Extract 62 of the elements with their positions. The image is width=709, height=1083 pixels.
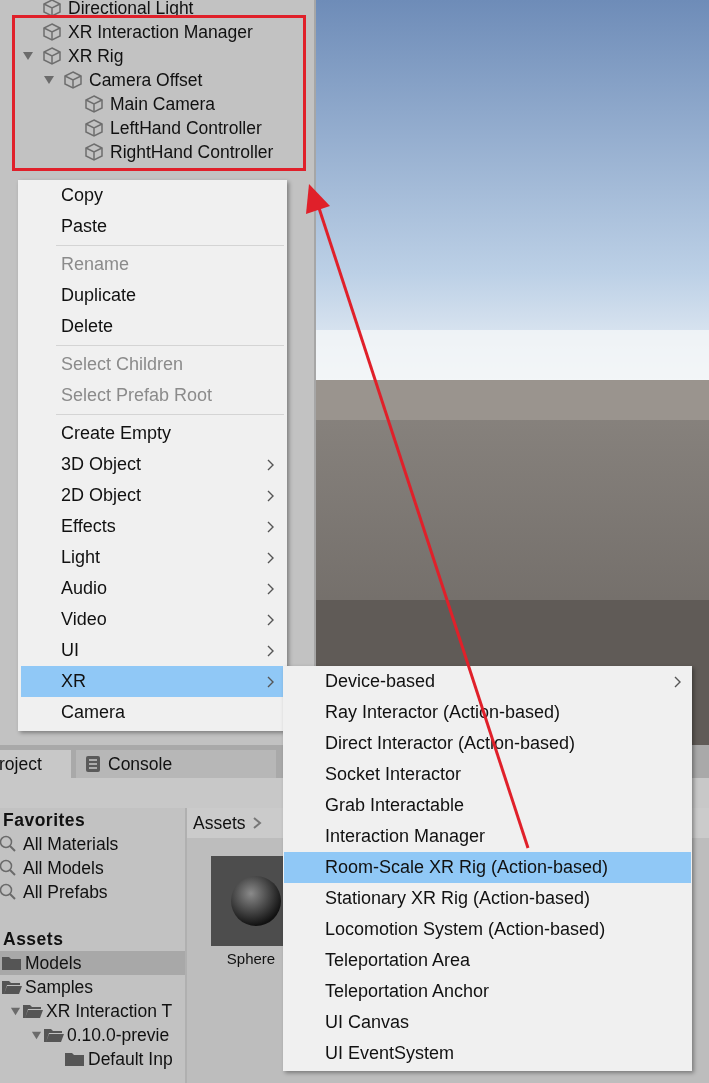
folder-icon — [2, 955, 22, 971]
panel-tab[interactable]: Console — [76, 750, 276, 778]
menu-item[interactable]: UI Canvas — [283, 1007, 692, 1038]
cube-icon — [84, 142, 104, 162]
menu-item[interactable]: Camera — [18, 697, 287, 728]
menu-item[interactable]: Teleportation Area — [283, 945, 692, 976]
menu-item[interactable]: Room-Scale XR Rig (Action-based) — [284, 852, 691, 883]
hierarchy-item[interactable]: LeftHand Controller — [110, 117, 262, 139]
hierarchy-item[interactable]: XR Interaction Manager — [68, 21, 253, 43]
search-icon — [0, 883, 18, 901]
cube-icon — [84, 118, 104, 138]
favorite-item[interactable]: All Prefabs — [23, 881, 108, 903]
menu-item[interactable]: Effects — [18, 511, 287, 542]
section-heading: Assets — [2, 928, 65, 951]
menu-item[interactable]: Audio — [18, 573, 287, 604]
hierarchy-item[interactable]: Main Camera — [110, 93, 216, 115]
menu-item[interactable]: Teleportation Anchor — [283, 976, 692, 1007]
cube-icon — [42, 0, 62, 18]
panel-tab[interactable]: roject — [0, 750, 71, 778]
search-icon — [0, 859, 18, 877]
expand-arrow-icon[interactable] — [10, 1005, 21, 1017]
menu-item[interactable]: Locomotion System (Action-based) — [283, 914, 692, 945]
favorite-item[interactable]: All Models — [23, 857, 104, 879]
menu-item[interactable]: Grab Interactable — [283, 790, 692, 821]
menu-item[interactable]: Copy — [18, 180, 287, 211]
menu-item[interactable]: 3D Object — [18, 449, 287, 480]
hierarchy-item[interactable]: XR Rig — [68, 45, 124, 67]
hierarchy-item[interactable]: RightHand Controller — [110, 141, 274, 163]
folder-item[interactable]: Default Inp — [88, 1048, 173, 1070]
cube-icon — [63, 70, 83, 90]
menu-item[interactable]: Create Empty — [18, 418, 287, 449]
menu-item[interactable]: Socket Interactor — [283, 759, 692, 790]
expand-arrow-icon[interactable] — [43, 74, 55, 86]
folder-item[interactable]: Samples — [25, 976, 94, 998]
console-icon — [86, 756, 100, 772]
menu-item[interactable]: UI EventSystem — [283, 1038, 692, 1069]
menu-item[interactable]: Stationary XR Rig (Action-based) — [283, 883, 692, 914]
menu-item[interactable]: XR — [21, 666, 284, 697]
breadcrumb-item[interactable]: Assets — [193, 812, 246, 834]
menu-item[interactable]: Interaction Manager — [283, 821, 692, 852]
menu-item[interactable]: UI — [18, 635, 287, 666]
search-icon — [0, 835, 18, 853]
expand-arrow-icon[interactable] — [31, 1029, 42, 1041]
cube-icon — [42, 22, 62, 42]
menu-item[interactable]: 2D Object — [18, 480, 287, 511]
cube-icon — [84, 94, 104, 114]
section-heading: Favorites — [2, 809, 87, 832]
favorite-item[interactable]: All Materials — [23, 833, 119, 855]
menu-item[interactable]: Paste — [18, 211, 287, 242]
folder-item[interactable]: 0.10.0-previe — [67, 1024, 170, 1046]
folder-item[interactable]: XR Interaction T — [46, 1000, 173, 1022]
menu-item[interactable]: Duplicate — [18, 280, 287, 311]
hierarchy-item[interactable]: Camera Offset — [89, 69, 203, 91]
menu-item[interactable]: Device-based — [283, 666, 692, 697]
expand-arrow-icon[interactable] — [22, 50, 34, 62]
cube-icon — [42, 46, 62, 66]
folder-icon — [65, 1051, 85, 1067]
menu-item[interactable]: Light — [18, 542, 287, 573]
menu-item[interactable]: Delete — [18, 311, 287, 342]
chevron-icon — [251, 816, 262, 830]
menu-item[interactable]: Video — [18, 604, 287, 635]
asset-name: Sphere — [226, 950, 276, 967]
